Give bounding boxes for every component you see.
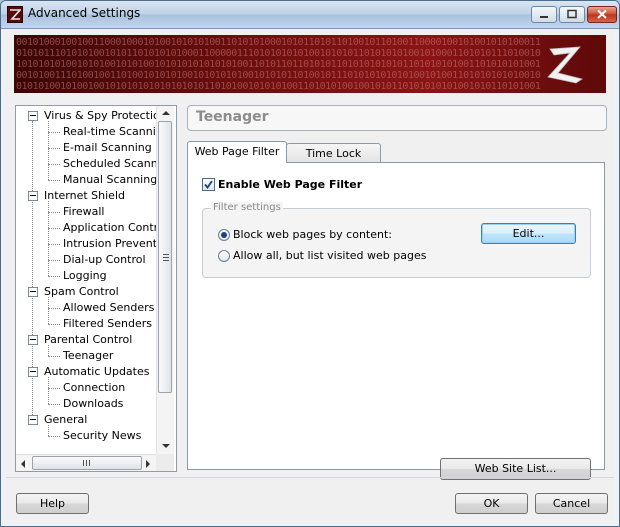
settings-tree: Virus & Spy ProtectionReal-time Scanning…: [16, 106, 156, 454]
allow-all-radio[interactable]: [218, 250, 230, 262]
settings-tree-panel: Virus & Spy ProtectionReal-time Scanning…: [15, 105, 177, 472]
tree-connector: [48, 276, 60, 277]
filter-settings-group: Filter settings Block web pages by conte…: [202, 202, 591, 278]
tree-connector: [48, 436, 60, 437]
close-icon: [597, 9, 607, 19]
web-page-filter-panel: Enable Web Page Filter Filter settings B…: [187, 162, 605, 480]
tree-connector: [48, 212, 60, 213]
tree-connector: [48, 132, 60, 133]
tree-connector: [48, 260, 60, 261]
minimize-button[interactable]: [531, 6, 557, 23]
tree-item[interactable]: Security News: [63, 428, 141, 443]
grip-icon: [83, 460, 90, 466]
tree-horizontal-scrollbar[interactable]: [16, 454, 156, 471]
tree-connector: [48, 121, 49, 180]
scrollbar-corner: [156, 454, 174, 471]
group-label: Filter settings: [211, 202, 283, 213]
collapse-icon[interactable]: [28, 111, 38, 121]
tree-item[interactable]: Manual Scanning: [63, 172, 156, 187]
collapse-icon[interactable]: [28, 287, 38, 297]
scrollbar-thumb[interactable]: [158, 121, 172, 393]
cancel-button[interactable]: Cancel: [535, 493, 608, 514]
tree-connector: [48, 308, 60, 309]
tree-item[interactable]: Filtered Senders: [63, 316, 152, 331]
block-by-content-radio[interactable]: [218, 229, 230, 241]
page-header: Teenager: [187, 105, 607, 131]
tree-item[interactable]: Downloads: [63, 396, 123, 411]
tree-connector: [48, 345, 49, 356]
tree-category[interactable]: General: [44, 412, 87, 427]
binary-line: 0010100010010011000100010100101010100110…: [16, 37, 541, 48]
tree-connector: [48, 180, 60, 181]
tree-item[interactable]: Connection: [63, 380, 125, 395]
maximize-icon: [567, 9, 577, 19]
tree-item[interactable]: Logging: [63, 268, 107, 283]
maximize-button[interactable]: [559, 6, 585, 23]
scroll-down-icon[interactable]: [162, 444, 170, 448]
tree-category[interactable]: Internet Shield: [44, 188, 125, 203]
tree-connector: [48, 425, 49, 436]
close-button[interactable]: [587, 6, 617, 23]
footer-divider: [6, 477, 614, 478]
tree-connector: [48, 148, 60, 149]
binary-line: 0010100111010010011010010101010010101010…: [16, 70, 541, 81]
tree-connector: [48, 404, 60, 405]
edit-button[interactable]: Edit...: [481, 223, 576, 244]
tree-item[interactable]: E-mail Scanning: [63, 140, 152, 155]
binary-line: 0101011101010100101011010101010001100000…: [16, 48, 541, 59]
tree-connector: [48, 228, 60, 229]
tab-time-lock[interactable]: Time Lock: [286, 143, 381, 163]
tab-web-page-filter[interactable]: Web Page Filter: [187, 141, 287, 163]
ok-button[interactable]: OK: [455, 493, 528, 514]
collapse-icon[interactable]: [28, 415, 38, 425]
product-banner: 0010100010010011000100010100101010100110…: [14, 35, 606, 93]
tree-connector: [48, 377, 49, 404]
app-logo-icon: [7, 6, 23, 23]
binary-line: 1010101010010101001010100101010101010101…: [16, 59, 541, 70]
title-bar[interactable]: Advanced Settings: [1, 1, 619, 29]
tree-category[interactable]: Virus & Spy Protection: [44, 108, 156, 123]
tree-connector: [48, 244, 60, 245]
enable-filter-label[interactable]: Enable Web Page Filter: [218, 178, 362, 191]
tree-category[interactable]: Automatic Updates: [44, 364, 149, 379]
tree-category[interactable]: Parental Control: [44, 332, 132, 347]
dialog-client-area: 0010100010010011000100010100101010100110…: [6, 29, 614, 520]
tree-item[interactable]: Scheduled Scanning: [63, 156, 156, 171]
enable-filter-checkbox[interactable]: [202, 178, 215, 191]
scrollbar-thumb[interactable]: [32, 456, 142, 470]
tree-item[interactable]: Application Control: [63, 220, 156, 235]
tree-connector: [48, 388, 60, 389]
checkmark-icon: [204, 180, 213, 189]
tree-item[interactable]: Real-time Scanning: [63, 124, 156, 139]
scroll-left-icon[interactable]: [21, 460, 25, 468]
tree-connector: [48, 201, 49, 276]
advanced-settings-window: Advanced Settings 0010100010010011000100…: [0, 0, 620, 527]
tree-item[interactable]: Allowed Senders: [63, 300, 154, 315]
tree-item[interactable]: Firewall: [63, 204, 104, 219]
tree-item[interactable]: Dial-up Control: [63, 252, 146, 267]
collapse-icon[interactable]: [28, 335, 38, 345]
tree-connector: [48, 356, 60, 357]
page-title: Teenager: [196, 109, 269, 125]
binary-line: 0101010010100100101010101010101010110101…: [16, 81, 541, 92]
scroll-right-icon[interactable]: [146, 460, 150, 468]
block-by-content-label[interactable]: Block web pages by content:: [233, 228, 392, 241]
tree-connector: [48, 164, 60, 165]
collapse-icon[interactable]: [28, 367, 38, 377]
allow-all-label[interactable]: Allow all, but list visited web pages: [233, 249, 426, 262]
tree-category[interactable]: Spam Control: [44, 284, 119, 299]
tree-connector: [48, 297, 49, 324]
tree-connector: [48, 324, 60, 325]
window-title: Advanced Settings: [28, 6, 141, 20]
collapse-icon[interactable]: [28, 191, 38, 201]
scroll-up-icon[interactable]: [162, 111, 170, 115]
tree-item[interactable]: Intrusion Prevention: [63, 236, 156, 251]
help-button[interactable]: Help: [16, 493, 89, 514]
tree-vertical-scrollbar[interactable]: [156, 106, 174, 454]
grip-icon: [163, 254, 169, 261]
brand-logo-icon: [547, 46, 583, 84]
tree-item[interactable]: Teenager: [63, 348, 113, 363]
minimize-icon: [540, 16, 548, 18]
